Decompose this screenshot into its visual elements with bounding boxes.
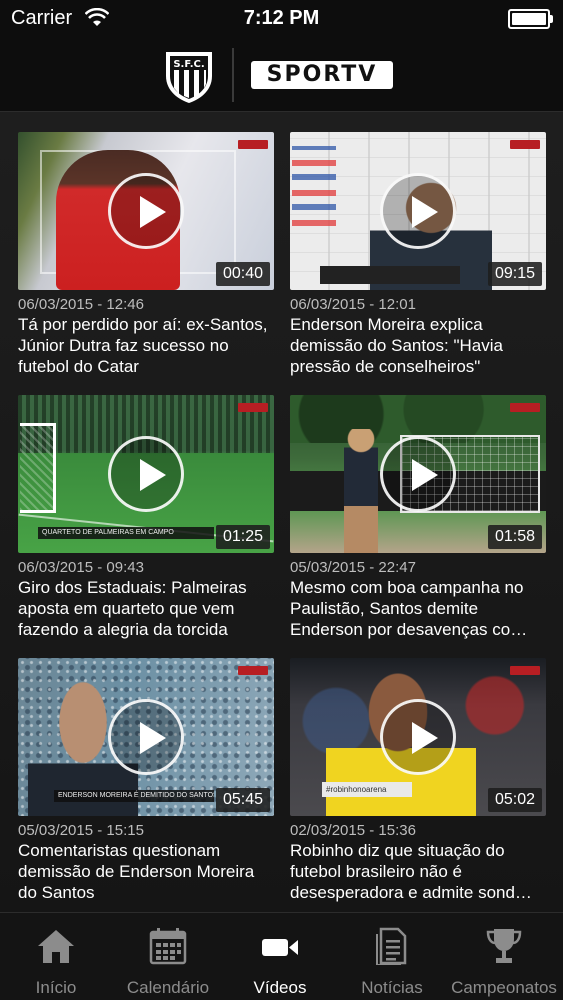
status-bar: Carrier 7:12 PM <box>0 0 563 38</box>
video-thumbnail[interactable]: 09:15 <box>290 132 546 290</box>
header-divider <box>232 48 234 102</box>
broadcast-banner: ENDERSON MOREIRA É DEMITIDO DO SANTOS <box>54 790 214 802</box>
tab-label: Vídeos <box>253 978 307 997</box>
goal-net <box>20 423 56 513</box>
sportv-watermark <box>238 403 268 412</box>
video-title[interactable]: Giro dos Estaduais: Palmeiras aposta em … <box>18 577 274 640</box>
santos-crest-logo: S.F.C. <box>166 52 212 103</box>
video-date: 05/03/2015 - 15:15 <box>18 822 144 839</box>
play-icon[interactable] <box>108 173 184 249</box>
video-duration: 01:58 <box>487 525 542 549</box>
tab-videos[interactable]: Vídeos <box>224 913 336 1000</box>
calendar-icon <box>149 928 187 965</box>
home-icon <box>38 930 74 963</box>
video-card[interactable]: QUARTETO DE PALMEIRAS EM CAMPO 01:25 06/… <box>18 395 274 640</box>
video-title[interactable]: Mesmo com boa campanha no Paulistão, San… <box>290 577 546 640</box>
video-thumbnail[interactable]: 01:58 <box>290 395 546 553</box>
video-card[interactable]: 01:58 05/03/2015 - 22:47 Mesmo com boa c… <box>290 395 546 640</box>
video-title[interactable]: Tá por perdido por aí: ex-Santos, Júnior… <box>18 314 274 377</box>
video-title[interactable]: Enderson Moreira explica demissão do San… <box>290 314 546 377</box>
video-thumbnail[interactable]: ENDERSON MOREIRA É DEMITIDO DO SANTOS 05… <box>18 658 274 816</box>
tab-noticias[interactable]: Notícias <box>336 913 448 1000</box>
sportv-watermark <box>510 403 540 412</box>
video-title[interactable]: Comentaristas questionam demissão de End… <box>18 840 274 903</box>
sportv-watermark <box>510 140 540 149</box>
coach-figure <box>344 429 378 553</box>
video-thumbnail[interactable]: 00:40 <box>18 132 274 290</box>
sportv-watermark <box>238 666 268 675</box>
tab-label: Notícias <box>361 978 423 997</box>
video-card[interactable]: #robinhonoarena 05:02 02/03/2015 - 15:36… <box>290 658 546 903</box>
sponsor-logos <box>292 146 336 226</box>
video-date: 06/03/2015 - 09:43 <box>18 559 144 576</box>
video-thumbnail[interactable]: QUARTETO DE PALMEIRAS EM CAMPO 01:25 <box>18 395 274 553</box>
video-card[interactable]: 09:15 06/03/2015 - 12:01 Enderson Moreir… <box>290 132 546 377</box>
video-card[interactable]: 00:40 06/03/2015 - 12:46 Tá por perdido … <box>18 132 274 377</box>
tab-label: Campeonatos <box>451 978 557 997</box>
video-date: 06/03/2015 - 12:01 <box>290 296 416 313</box>
video-duration: 01:25 <box>215 525 270 549</box>
tab-inicio[interactable]: Início <box>0 913 112 1000</box>
lower-third-caption <box>320 266 460 284</box>
play-icon[interactable] <box>108 436 184 512</box>
video-date: 05/03/2015 - 22:47 <box>290 559 416 576</box>
sportv-watermark <box>510 666 540 675</box>
tab-calendario[interactable]: Calendário <box>112 913 224 1000</box>
play-icon[interactable] <box>108 699 184 775</box>
video-duration: 09:15 <box>487 262 542 286</box>
battery-tip <box>550 15 553 23</box>
video-card[interactable]: ENDERSON MOREIRA É DEMITIDO DO SANTOS 05… <box>18 658 274 903</box>
play-icon[interactable] <box>380 436 456 512</box>
videos-grid[interactable]: 00:40 06/03/2015 - 12:46 Tá por perdido … <box>0 112 563 912</box>
video-duration: 00:40 <box>215 262 270 286</box>
santos-logo-text: S.F.C. <box>173 59 204 70</box>
video-title[interactable]: Robinho diz que situação do futebol bras… <box>290 840 546 903</box>
play-icon[interactable] <box>380 173 456 249</box>
tab-label: Calendário <box>126 978 210 997</box>
trophy-icon <box>486 929 522 963</box>
video-duration: 05:02 <box>487 788 542 812</box>
sportv-watermark <box>238 140 268 149</box>
video-duration: 05:45 <box>215 788 270 812</box>
brand-header: S.F.C. SPORTV <box>0 38 563 112</box>
video-date: 06/03/2015 - 12:46 <box>18 296 144 313</box>
broadcast-banner: QUARTETO DE PALMEIRAS EM CAMPO <box>38 527 214 539</box>
battery-icon <box>508 9 550 29</box>
play-icon[interactable] <box>380 699 456 775</box>
hashtag-caption: #robinhonoarena <box>322 782 412 797</box>
status-time: 7:12 PM <box>243 7 320 29</box>
tab-bar: Início Calendário Vídeos Notícias Campeo… <box>0 912 563 1000</box>
tab-campeonatos[interactable]: Campeonatos <box>448 913 560 1000</box>
video-date: 02/03/2015 - 15:36 <box>290 822 416 839</box>
video-thumbnail[interactable]: #robinhonoarena 05:02 <box>290 658 546 816</box>
news-document-icon <box>376 927 407 965</box>
video-camera-icon <box>262 939 298 956</box>
sportv-logo: SPORTV <box>251 61 393 89</box>
tab-label: Início <box>35 978 77 997</box>
